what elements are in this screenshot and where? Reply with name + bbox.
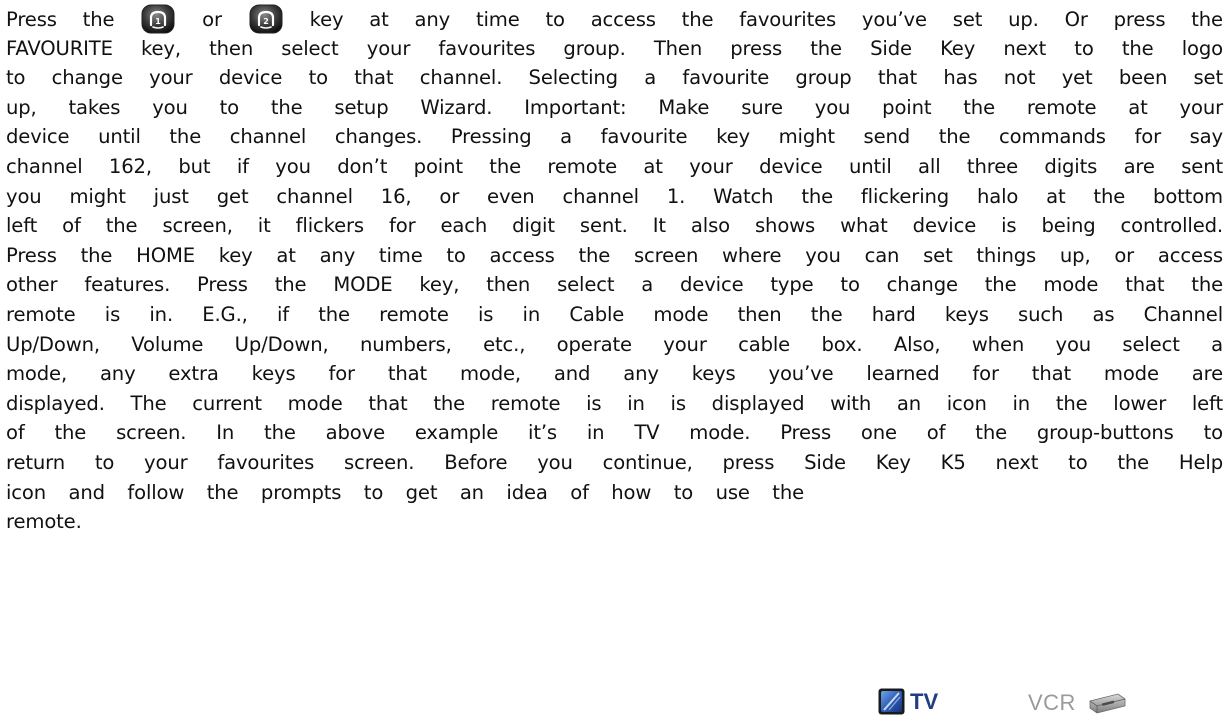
paragraph-line: other features. Press the MODE key, then… [6,273,1223,297]
paragraph-line: FAVOURITE key, then select your favourit… [6,36,1223,60]
line1-text-c: key at any time to access the favourites… [309,8,1224,31]
paragraph-line: Up/Down, Volume Up/Down, numbers, etc., … [6,332,1223,356]
vcr-icon [1089,693,1126,714]
paragraph-line: up, takes you to the setup Wizard. Impor… [6,95,1223,119]
line1-text-a: Press the [6,8,115,31]
instruction-paragraph: Press the 1 or 2 key at any time to acce… [6,4,1223,537]
key-1-digit: 1 [156,17,162,26]
paragraph-line: channel 162, but if you don’t point the … [6,154,1223,178]
paragraph-line: remote is in. E.G., if the remote is in … [6,302,1223,326]
key-2-digit: 2 [263,17,268,26]
paragraph-line: return to your favourites screen. Before… [6,450,1223,474]
paragraph-line: you might just get channel 16, or even c… [6,184,1223,208]
favourite-key-1-icon: 1 [141,4,175,34]
paragraph-line: displayed. The current mode that the rem… [6,391,1223,415]
tv-mode-label: TV [910,689,939,714]
tv-icon [878,688,905,715]
paragraph-line-1: Press the 1 or 2 key at any time to acce… [6,4,1223,34]
paragraph-line: icon and follow the prompts to get an id… [6,480,804,504]
paragraph-line: device until the channel changes. Pressi… [6,125,1223,149]
paragraph-line: left of the screen, it flickers for each… [6,214,1223,238]
paragraph-last-line: remote. [6,510,82,534]
paragraph-line: Press the HOME key at any time to access… [6,243,1223,267]
paragraph-line: of the screen. In the above example it’s… [6,421,1223,445]
line1-text-b: or [202,8,222,31]
paragraph-line: mode, any extra keys for that mode, and … [6,362,1223,386]
vcr-mode-label: VCR [1028,690,1076,715]
document-page: Press the 1 or 2 key at any time to acce… [0,0,1230,720]
favourite-key-2-icon: 2 [249,4,283,34]
mode-indicator-strip: TV VCR [878,687,1222,717]
paragraph-line: to change your device to that channel. S… [6,66,1223,90]
